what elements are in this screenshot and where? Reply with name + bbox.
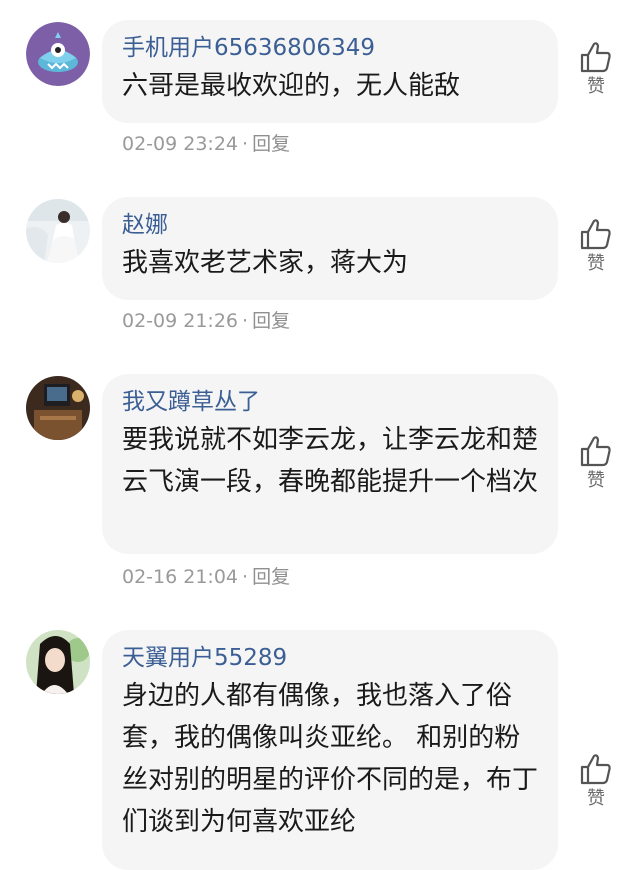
like-label: 赞 bbox=[587, 76, 605, 97]
comment-bubble: 天翼用户55289 身边的人都有偶像，我也落入了俗套，我的偶像叫炎亚纶。 和别的… bbox=[102, 630, 558, 870]
avatar[interactable] bbox=[26, 630, 90, 694]
reply-button[interactable]: 回复 bbox=[252, 133, 290, 155]
like-label: 赞 bbox=[587, 470, 605, 491]
meta-separator: · bbox=[242, 133, 249, 155]
like-button[interactable]: 赞 bbox=[576, 40, 616, 98]
comment-username[interactable]: 赵娜 bbox=[122, 209, 538, 241]
comment-time: 02-09 21:26 bbox=[122, 310, 239, 332]
comment-text: 身边的人都有偶像，我也落入了俗套，我的偶像叫炎亚纶。 和别的粉丝对别的明星的评价… bbox=[122, 681, 539, 837]
meta-separator: · bbox=[242, 310, 249, 332]
like-label: 赞 bbox=[587, 788, 605, 809]
thumbs-up-icon bbox=[580, 436, 611, 467]
comment-time: 02-09 23:24 bbox=[122, 133, 239, 155]
thumbs-up-icon bbox=[580, 219, 611, 250]
comment-bubble: 我又蹲草丛了 要我说就不如李云龙，让李云龙和楚云飞演一段，春晚都能提升一个档次 bbox=[102, 374, 558, 554]
avatar[interactable] bbox=[26, 376, 90, 440]
like-button[interactable]: 赞 bbox=[576, 752, 616, 810]
comment-meta: 02-16 21:04 · 回复 bbox=[122, 564, 290, 590]
comment-text: 六哥是最收欢迎的，无人能敌 bbox=[122, 71, 461, 101]
comment-username[interactable]: 天翼用户55289 bbox=[122, 642, 538, 674]
like-label: 赞 bbox=[587, 253, 605, 274]
comment-meta: 02-09 21:26 · 回复 bbox=[122, 308, 290, 334]
reply-button[interactable]: 回复 bbox=[252, 310, 290, 332]
comment-text: 我喜欢老艺术家，蒋大为 bbox=[122, 248, 409, 278]
avatar[interactable] bbox=[26, 22, 90, 86]
comment-bubble: 手机用户65636806349 六哥是最收欢迎的，无人能敌 bbox=[102, 20, 558, 123]
comment-text: 要我说就不如李云龙，让李云龙和楚云飞演一段，春晚都能提升一个档次 bbox=[122, 425, 539, 497]
comment-bubble: 赵娜 我喜欢老艺术家，蒋大为 bbox=[102, 197, 558, 300]
like-button[interactable]: 赞 bbox=[576, 217, 616, 275]
comment-time: 02-16 21:04 bbox=[122, 566, 239, 588]
reply-button[interactable]: 回复 bbox=[252, 566, 290, 588]
like-button[interactable]: 赞 bbox=[576, 434, 616, 492]
meta-separator: · bbox=[242, 566, 249, 588]
thumbs-up-icon bbox=[580, 754, 611, 785]
comment-username[interactable]: 我又蹲草丛了 bbox=[122, 386, 538, 418]
thumbs-up-icon bbox=[580, 42, 611, 73]
comment-username[interactable]: 手机用户65636806349 bbox=[122, 32, 538, 64]
avatar[interactable] bbox=[26, 199, 90, 263]
comment-meta: 02-09 23:24 · 回复 bbox=[122, 131, 290, 157]
